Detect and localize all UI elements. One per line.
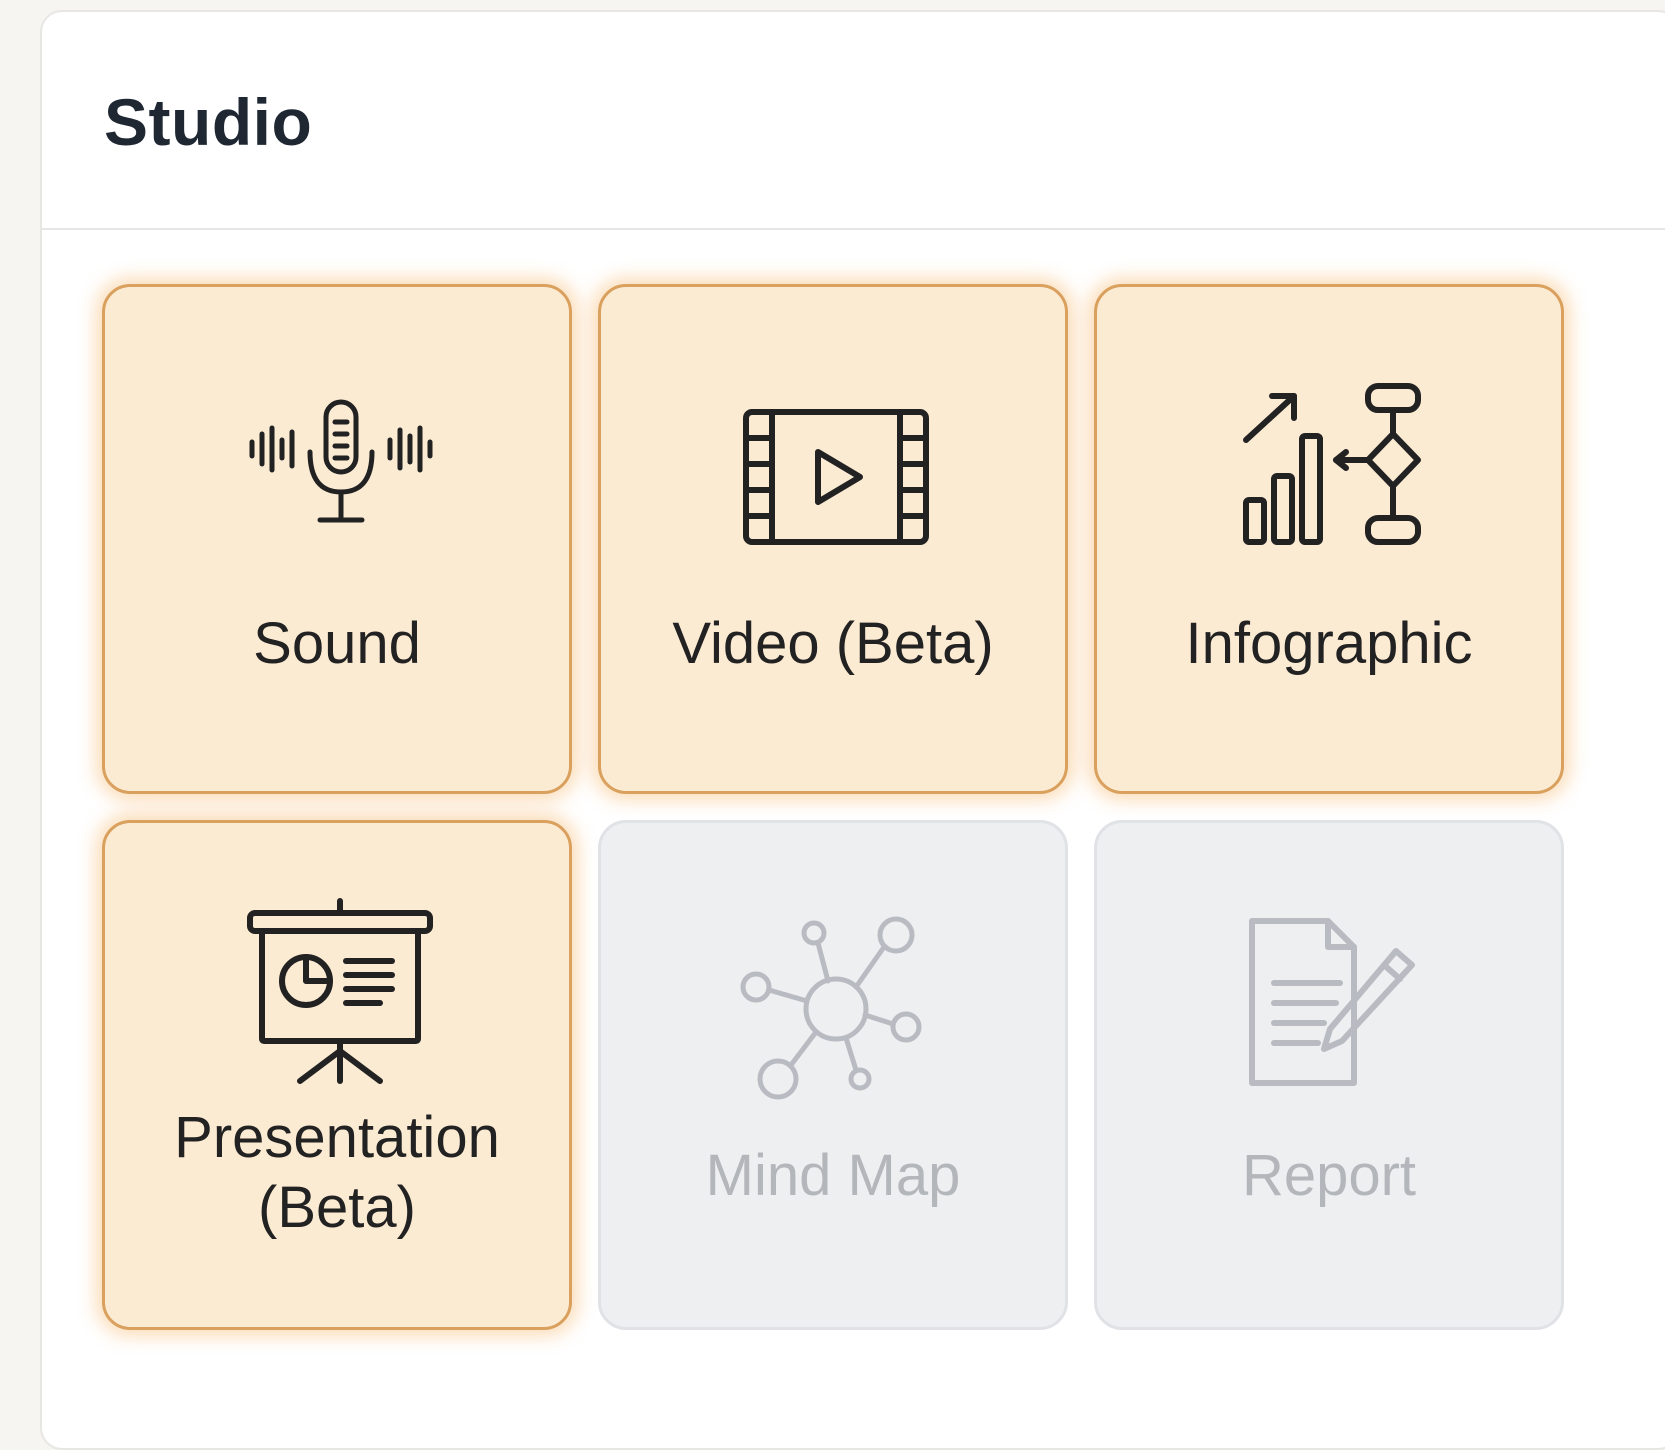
panel-header: Studio <box>42 12 1665 230</box>
presentation-beta-label: Presentation (Beta) <box>174 1105 500 1240</box>
mind-map-network-icon <box>740 916 922 1100</box>
mind-map-label: Mind Map <box>705 1143 961 1208</box>
video-beta-tile[interactable]: Video (Beta) <box>598 284 1068 794</box>
report-tile[interactable]: Report <box>1094 820 1564 1330</box>
infographic-label: Infographic <box>1185 611 1473 676</box>
infographic-tile[interactable]: Infographic <box>1094 284 1564 794</box>
mind-map-tile[interactable]: Mind Map <box>598 820 1068 1330</box>
sound-tile[interactable]: Sound <box>102 284 572 794</box>
presentation-beta-tile[interactable]: Presentation (Beta) <box>102 820 572 1330</box>
microphone-soundwave-icon <box>249 399 433 523</box>
chart-flowchart-icon <box>1243 383 1421 545</box>
sound-label: Sound <box>253 611 421 676</box>
video-beta-label: Video (Beta) <box>672 611 994 676</box>
document-pen-icon <box>1249 918 1415 1086</box>
report-label: Report <box>1241 1143 1417 1208</box>
panel-title: Studio <box>104 85 313 159</box>
film-play-icon <box>743 409 929 545</box>
presentation-board-icon <box>247 898 433 1084</box>
studio-panel: Studio Sound Video (Beta) Infographic Pr… <box>40 10 1665 1450</box>
